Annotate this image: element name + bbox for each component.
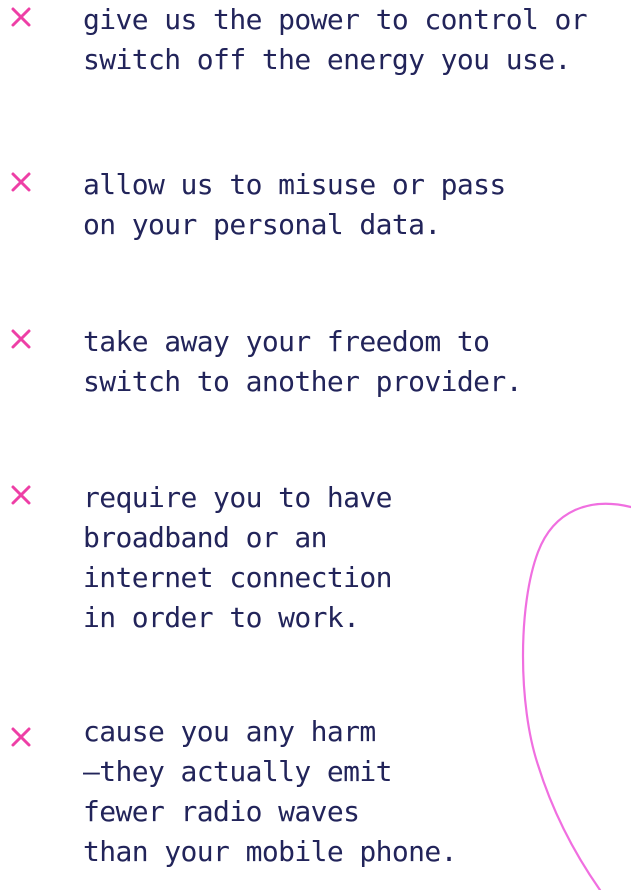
cross-icon — [11, 727, 31, 747]
list-item-text: give us the power to control or switch o… — [83, 3, 588, 76]
cross-icon — [11, 172, 31, 192]
list-item-text: cause you any harm –they actually emit f… — [83, 715, 458, 868]
list-item-text: allow us to misuse or pass on your perso… — [83, 168, 506, 241]
cross-icon — [11, 485, 31, 505]
decorative-curve — [521, 502, 631, 890]
list-item-text: require you to have broadband or an inte… — [83, 481, 393, 634]
cross-icon — [11, 329, 31, 349]
list-item-text: take away your freedom to switch to anot… — [83, 325, 523, 398]
cross-icon — [11, 7, 31, 27]
